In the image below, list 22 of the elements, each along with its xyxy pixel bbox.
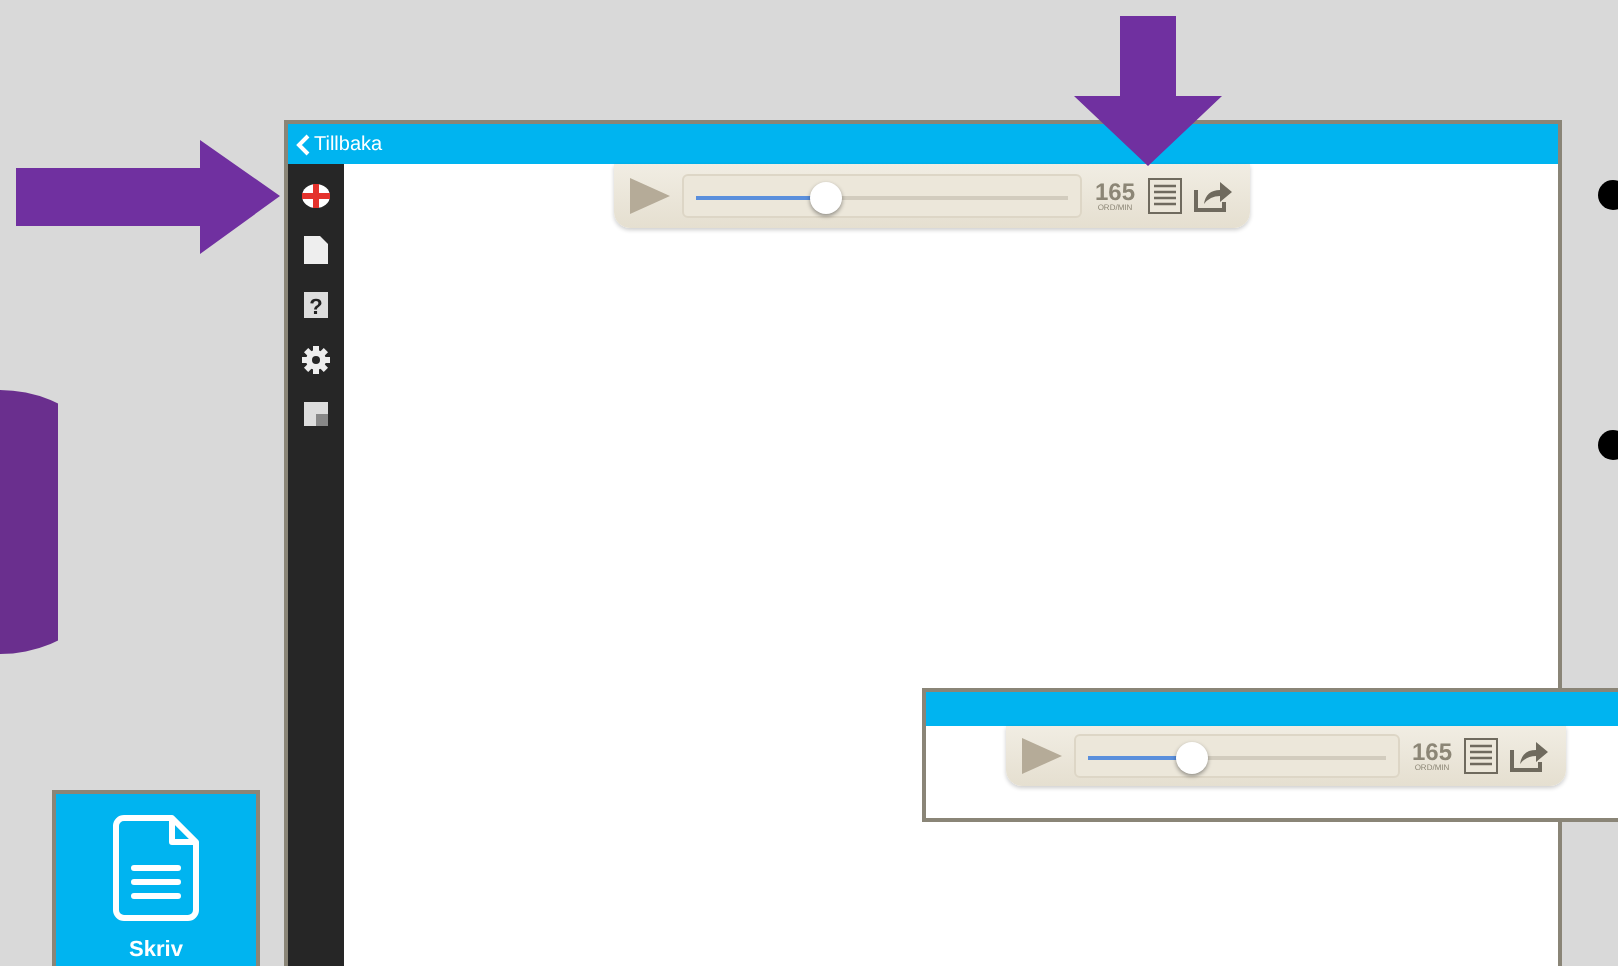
back-button[interactable]: Tillbaka [296, 129, 383, 159]
share-icon[interactable] [1510, 740, 1550, 772]
speed-value: 165 [1411, 740, 1452, 764]
slider-thumb[interactable] [809, 182, 842, 214]
speed-slider[interactable] [681, 174, 1083, 218]
speed-slider[interactable] [1074, 734, 1400, 778]
document-icon[interactable] [304, 236, 328, 264]
arrow-icon [16, 140, 280, 254]
speed-value: 165 [1094, 180, 1135, 204]
share-icon[interactable] [1193, 180, 1233, 212]
settings-icon[interactable] [302, 346, 330, 374]
pages-icon[interactable] [304, 402, 328, 426]
arrow-icon [1074, 16, 1222, 166]
text-lines-icon[interactable] [1464, 738, 1498, 774]
help-icon[interactable]: ? [304, 292, 328, 318]
chevron-left-icon [296, 133, 310, 155]
flag-icon[interactable] [302, 184, 330, 208]
text-lines-icon[interactable] [1147, 178, 1181, 214]
document-icon [112, 814, 200, 922]
tile-label: Skriv [129, 936, 183, 966]
slider-thumb[interactable] [1176, 742, 1209, 774]
write-tile[interactable]: Skriv [52, 790, 260, 966]
